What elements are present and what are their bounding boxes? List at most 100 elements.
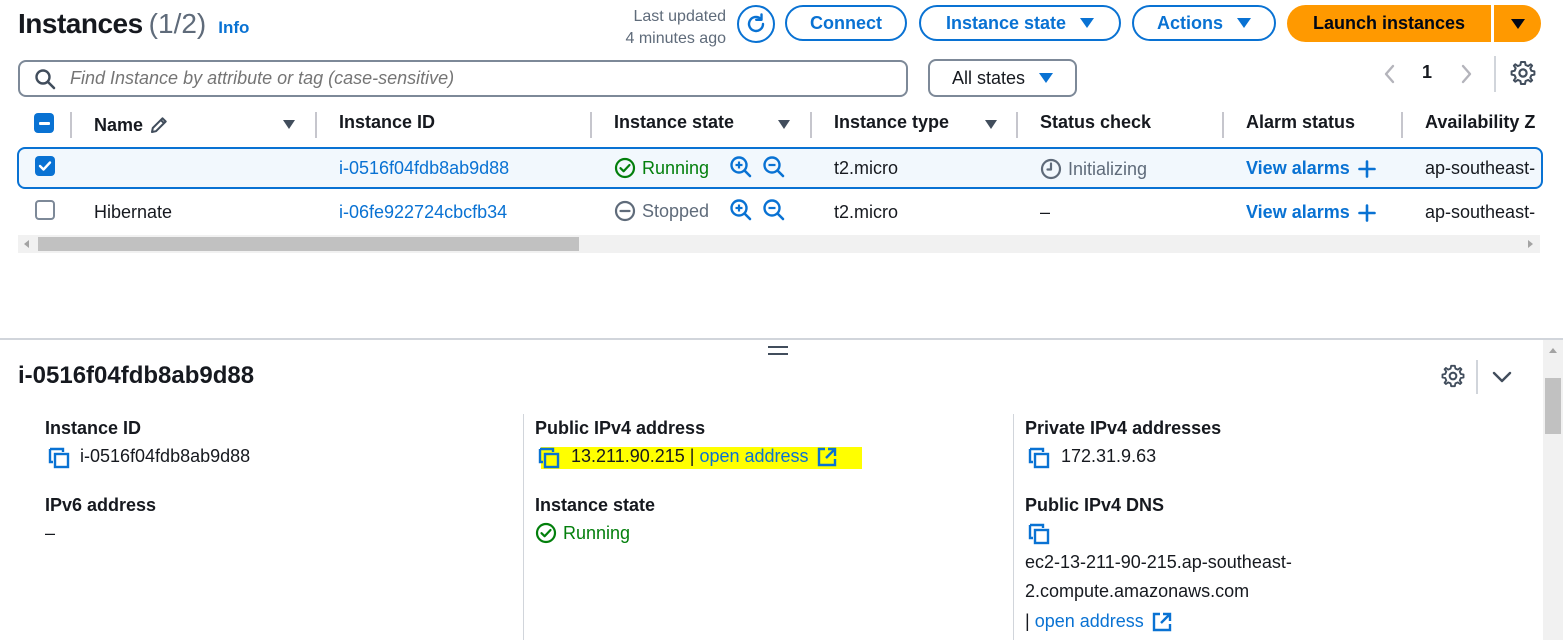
private-ipv4-label: Private IPv4 addresses bbox=[1025, 418, 1222, 438]
private-ipv4-value: 172.31.9.63 bbox=[1061, 446, 1157, 466]
page-number[interactable]: 1 bbox=[1422, 62, 1432, 83]
indeterminate-icon bbox=[38, 121, 50, 125]
view-alarms-link[interactable]: View alarms bbox=[1246, 202, 1376, 223]
caret-down-icon bbox=[1080, 18, 1095, 28]
vertical-scrollbar[interactable] bbox=[1543, 340, 1563, 640]
column-header-instance-type[interactable]: Instance type bbox=[834, 112, 949, 138]
pagination-divider bbox=[1494, 56, 1496, 92]
caret-down-icon bbox=[1510, 18, 1525, 29]
launch-instances-split-button: Launch instances bbox=[1287, 5, 1541, 42]
column-separator bbox=[315, 112, 317, 138]
ipv6-address-value: – bbox=[45, 523, 56, 543]
next-page-icon[interactable] bbox=[1458, 62, 1474, 86]
row-status-check-label: Initializing bbox=[1068, 158, 1148, 179]
column-separator bbox=[1016, 112, 1018, 138]
row-instance-id-link[interactable]: i-06fe922724cbcfb34 bbox=[339, 202, 507, 223]
ipv6-address-label: IPv6 address bbox=[45, 495, 157, 515]
view-alarms-link[interactable]: View alarms bbox=[1246, 158, 1376, 179]
copy-icon[interactable] bbox=[48, 447, 72, 469]
details-column-divider bbox=[523, 414, 524, 640]
row-state: Stopped bbox=[614, 200, 709, 222]
row-name: Hibernate bbox=[94, 202, 173, 222]
actions-label: Actions bbox=[1156, 12, 1223, 33]
sort-caret-icon[interactable] bbox=[283, 120, 295, 129]
zoom-out-icon[interactable] bbox=[762, 155, 786, 179]
states-filter-select[interactable]: All states bbox=[928, 59, 1077, 97]
zoom-in-icon[interactable] bbox=[729, 155, 753, 179]
public-ipv4-row: 13.211.90.215 | open address bbox=[571, 446, 837, 467]
row-checkbox[interactable] bbox=[35, 156, 55, 176]
instance-id-label: Instance ID bbox=[45, 418, 142, 438]
checkmark-icon bbox=[38, 161, 52, 171]
row-status-check: Initializing bbox=[1040, 158, 1147, 180]
public-dns-line-2: 2.compute.amazonaws.com bbox=[1025, 581, 1250, 601]
scroll-right-arrow-icon[interactable] bbox=[1525, 239, 1535, 249]
row-state-label: Running bbox=[642, 157, 710, 178]
column-name-label: Name bbox=[94, 114, 144, 135]
details-title: i-0516f04fdb8ab9d88 bbox=[18, 362, 255, 389]
select-all-checkbox[interactable] bbox=[34, 113, 54, 133]
open-address-link[interactable]: open address bbox=[699, 446, 808, 467]
table-settings-gear-icon[interactable] bbox=[1510, 60, 1536, 86]
actions-button[interactable]: Actions bbox=[1132, 5, 1276, 41]
open-address-link[interactable]: open address bbox=[1035, 611, 1144, 632]
launch-instances-label: Launch instances bbox=[1312, 13, 1466, 33]
row-instance-type: t2.micro bbox=[834, 202, 899, 222]
row-checkbox[interactable] bbox=[35, 200, 55, 220]
column-separator bbox=[590, 112, 592, 138]
column-header-status-check[interactable]: Status check bbox=[1040, 112, 1151, 138]
stopped-circle-icon bbox=[614, 200, 636, 222]
separator: | bbox=[1025, 611, 1030, 631]
scrollbar-thumb[interactable] bbox=[38, 237, 579, 251]
external-link-icon[interactable] bbox=[1152, 612, 1172, 632]
sort-caret-icon[interactable] bbox=[778, 120, 790, 129]
instance-state-detail-value: Running bbox=[563, 522, 631, 543]
instance-id-value: i-0516f04fdb8ab9d88 bbox=[80, 446, 251, 466]
scroll-left-arrow-icon[interactable] bbox=[22, 239, 32, 249]
column-header-name[interactable]: Name bbox=[94, 112, 169, 138]
instance-count: (1/2) bbox=[148, 8, 207, 39]
column-header-alarm-status[interactable]: Alarm status bbox=[1246, 112, 1355, 138]
external-link-icon[interactable] bbox=[817, 447, 837, 467]
launch-dropdown-button[interactable] bbox=[1494, 5, 1541, 42]
instance-state-detail: Running bbox=[535, 522, 630, 544]
split-panel-resize-handle[interactable] bbox=[768, 345, 788, 357]
row-state: Running bbox=[614, 157, 709, 179]
scroll-up-arrow-icon[interactable] bbox=[1548, 346, 1558, 356]
states-filter-value: All states bbox=[951, 67, 1026, 88]
zoom-out-icon[interactable] bbox=[762, 198, 786, 222]
info-link[interactable]: Info bbox=[218, 18, 249, 38]
public-dns-label: Public IPv4 DNS bbox=[1025, 495, 1165, 515]
scrollbar-thumb[interactable] bbox=[1545, 378, 1561, 434]
column-header-instance-state[interactable]: Instance state bbox=[614, 112, 734, 138]
connect-button[interactable]: Connect bbox=[785, 5, 907, 41]
zoom-in-icon[interactable] bbox=[729, 198, 753, 222]
add-plus-icon bbox=[1357, 203, 1376, 222]
copy-icon[interactable] bbox=[1028, 523, 1052, 545]
search-box[interactable] bbox=[18, 60, 908, 97]
search-input[interactable] bbox=[68, 67, 888, 90]
instance-state-detail-label: Instance state bbox=[535, 495, 656, 515]
refresh-button[interactable] bbox=[737, 5, 775, 43]
copy-icon[interactable] bbox=[1028, 447, 1052, 469]
horizontal-scrollbar[interactable] bbox=[18, 235, 1540, 253]
copy-icon[interactable] bbox=[538, 447, 562, 469]
panel-settings-gear-icon[interactable] bbox=[1441, 364, 1465, 388]
sort-caret-icon[interactable] bbox=[985, 120, 997, 129]
collapse-chevron-down-icon[interactable] bbox=[1491, 370, 1513, 384]
page-header: Instances (1/2) Info bbox=[18, 8, 249, 42]
prev-page-icon[interactable] bbox=[1382, 62, 1398, 86]
row-instance-id-link[interactable]: i-0516f04fdb8ab9d88 bbox=[339, 158, 509, 179]
column-header-availability-zone[interactable]: Availability Z bbox=[1425, 112, 1543, 138]
add-plus-icon bbox=[1357, 159, 1376, 178]
column-separator bbox=[1222, 112, 1224, 138]
row-availability-zone: ap-southeast- bbox=[1425, 158, 1536, 178]
launch-instances-button[interactable]: Launch instances bbox=[1287, 5, 1491, 42]
pagination: 1 bbox=[1376, 58, 1486, 90]
connect-label: Connect bbox=[810, 12, 882, 33]
instance-state-button[interactable]: Instance state bbox=[919, 5, 1121, 41]
public-dns-line-1: ec2-13-211-90-215.ap-southeast- bbox=[1025, 552, 1292, 572]
view-alarms-label: View alarms bbox=[1246, 202, 1350, 222]
row-instance-type: t2.micro bbox=[834, 158, 899, 178]
column-header-instance-id[interactable]: Instance ID bbox=[339, 112, 435, 138]
